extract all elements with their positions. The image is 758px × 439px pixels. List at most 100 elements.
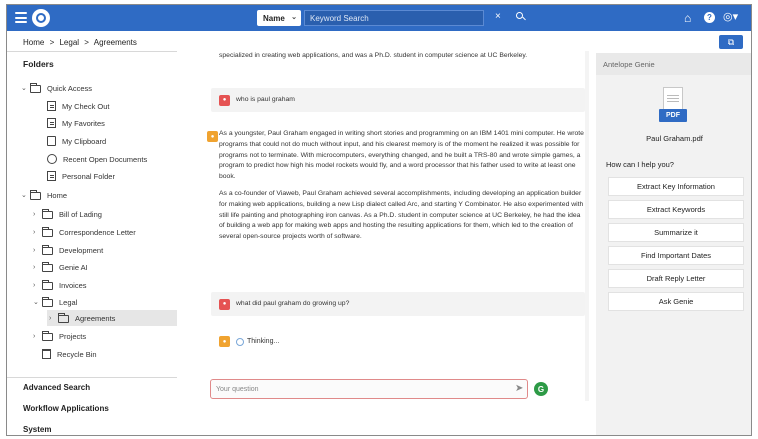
tree-genie-ai[interactable]: › Genie AI: [33, 259, 88, 275]
tree-label: Genie AI: [59, 262, 88, 272]
chevron-right-icon[interactable]: ›: [33, 282, 42, 289]
tree-label: Invoices: [59, 280, 87, 290]
tree-my-check-out[interactable]: My Check Out: [47, 98, 110, 114]
chevron-right-icon[interactable]: ›: [33, 264, 42, 271]
tree-label: Home: [47, 190, 68, 200]
home-icon[interactable]: ⌂: [684, 11, 691, 25]
folder-icon: [30, 83, 41, 93]
bot-avatar-icon: ●: [219, 336, 230, 347]
breadcrumb-separator: >: [84, 38, 89, 47]
user-avatar-icon: ●: [219, 298, 230, 310]
chat-icon[interactable]: ⧉: [719, 35, 743, 49]
user-message-text: what did paul graham do growing up?: [236, 299, 350, 307]
genie-panel-header: Antelope Genie: [596, 53, 751, 75]
tree-my-clipboard[interactable]: My Clipboard: [47, 133, 106, 149]
tree-correspondence-letter[interactable]: › Correspondence Letter: [33, 224, 136, 240]
top-bar: Name ⌄ Keyword Search × ⌂ ? ◎▾: [7, 5, 751, 31]
chevron-right-icon[interactable]: ›: [33, 247, 42, 254]
breadcrumb-home[interactable]: Home: [23, 38, 44, 47]
file-name: Paul Graham.pdf: [646, 134, 703, 143]
advanced-search-link[interactable]: Advanced Search: [23, 383, 90, 392]
clipboard-icon: [47, 136, 56, 146]
system-link[interactable]: System: [23, 425, 51, 434]
search-bar: Name ⌄ Keyword Search: [257, 10, 503, 26]
tree-agreements[interactable]: › Agreements: [47, 310, 177, 326]
clear-icon[interactable]: ×: [495, 11, 501, 22]
send-icon[interactable]: ➤: [515, 383, 523, 394]
tree-quick-access[interactable]: ⌄ Quick Access: [21, 80, 92, 96]
thinking-indicator: ● Thinking...: [219, 336, 279, 347]
draft-reply-letter-button[interactable]: Draft Reply Letter: [608, 269, 744, 288]
folder-icon: [30, 190, 41, 200]
tree-label: Correspondence Letter: [59, 227, 136, 237]
menu-icon[interactable]: [15, 12, 27, 23]
folder-icon: [42, 227, 53, 237]
divider: [7, 377, 177, 378]
clock-icon: [47, 154, 57, 164]
chevron-down-icon[interactable]: ⌄: [21, 84, 30, 92]
tree-home[interactable]: ⌄ Home: [21, 187, 67, 203]
tree-personal-folder[interactable]: Personal Folder: [47, 168, 115, 184]
breadcrumb-agreements[interactable]: Agreements: [94, 38, 137, 47]
ask-genie-button[interactable]: Ask Genie: [608, 292, 744, 311]
breadcrumb-legal[interactable]: Legal: [59, 38, 79, 47]
favorites-icon: [47, 118, 56, 128]
tree-label: Personal Folder: [62, 171, 115, 181]
search-field-value: Name: [263, 13, 285, 23]
tree-label: My Favorites: [62, 118, 105, 128]
logo-icon[interactable]: [32, 9, 50, 27]
help-icon[interactable]: ?: [704, 12, 715, 23]
tree-projects[interactable]: › Projects: [33, 328, 86, 344]
spinner-icon: [236, 337, 244, 346]
tree-bill-of-lading[interactable]: › Bill of Lading: [33, 206, 102, 222]
document-icon: [47, 101, 56, 111]
search-icon[interactable]: [516, 12, 526, 21]
genie-button-label: G: [537, 384, 545, 394]
search-field-select[interactable]: Name ⌄: [257, 10, 301, 26]
tree-legal[interactable]: ⌄ Legal: [33, 294, 77, 310]
extract-key-information-button[interactable]: Extract Key Information: [608, 177, 744, 196]
user-message-text: who is paul graham: [236, 95, 295, 103]
tree-label: My Clipboard: [62, 136, 107, 146]
folder-icon: [42, 262, 53, 272]
pdf-file-icon[interactable]: PDF: [659, 87, 687, 123]
tree-label: My Check Out: [62, 101, 110, 111]
tree-label: Recent Open Documents: [63, 154, 148, 164]
extract-keywords-button[interactable]: Extract Keywords: [608, 200, 744, 219]
tree-label: Bill of Lading: [59, 209, 102, 219]
tree-label: Quick Access: [47, 83, 93, 93]
tree-label: Agreements: [75, 313, 116, 323]
tree-recent-open-documents[interactable]: Recent Open Documents: [47, 151, 147, 167]
folders-title: Folders: [23, 59, 54, 69]
tree-invoices[interactable]: › Invoices: [33, 277, 87, 293]
keyword-search-input[interactable]: Keyword Search: [304, 10, 484, 26]
tree-development[interactable]: › Development: [33, 242, 103, 258]
folder-icon: [42, 331, 53, 341]
chevron-down-icon[interactable]: ⌄: [33, 298, 42, 306]
folder-icon: [58, 313, 69, 323]
tree-recycle-bin[interactable]: Recycle Bin: [42, 346, 97, 362]
user-icon[interactable]: ◎▾: [723, 10, 738, 23]
folder-icon: [42, 209, 53, 219]
question-input[interactable]: Your question: [210, 379, 528, 399]
chevron-right-icon[interactable]: ›: [33, 229, 42, 236]
chevron-right-icon[interactable]: ›: [33, 333, 42, 340]
tree-my-favorites[interactable]: My Favorites: [47, 115, 105, 131]
breadcrumb-separator: >: [49, 38, 55, 47]
chevron-right-icon[interactable]: ›: [33, 211, 42, 218]
workflow-applications-link[interactable]: Workflow Applications: [23, 404, 109, 413]
chevron-right-icon[interactable]: ›: [49, 315, 58, 322]
chat-scrollbar[interactable]: [585, 51, 589, 401]
chevron-down-icon: ⌄: [291, 14, 297, 21]
genie-panel: Antelope Genie PDF Paul Graham.pdf How c…: [596, 53, 751, 435]
folder-icon: [42, 297, 53, 307]
user-message: ● what did paul graham do growing up?: [211, 292, 585, 316]
chat-panel: specialized in creating web applications…: [179, 51, 591, 411]
genie-button[interactable]: G: [534, 382, 548, 396]
bot-message: ● As a youngster, Paul Graham engaged in…: [207, 129, 585, 249]
bot-message-fragment: specialized in creating web applications…: [219, 52, 528, 59]
find-important-dates-button[interactable]: Find Important Dates: [608, 246, 744, 265]
summarize-button[interactable]: Summarize it: [608, 223, 744, 242]
chevron-down-icon[interactable]: ⌄: [21, 191, 30, 199]
folder-icon: [42, 280, 53, 290]
